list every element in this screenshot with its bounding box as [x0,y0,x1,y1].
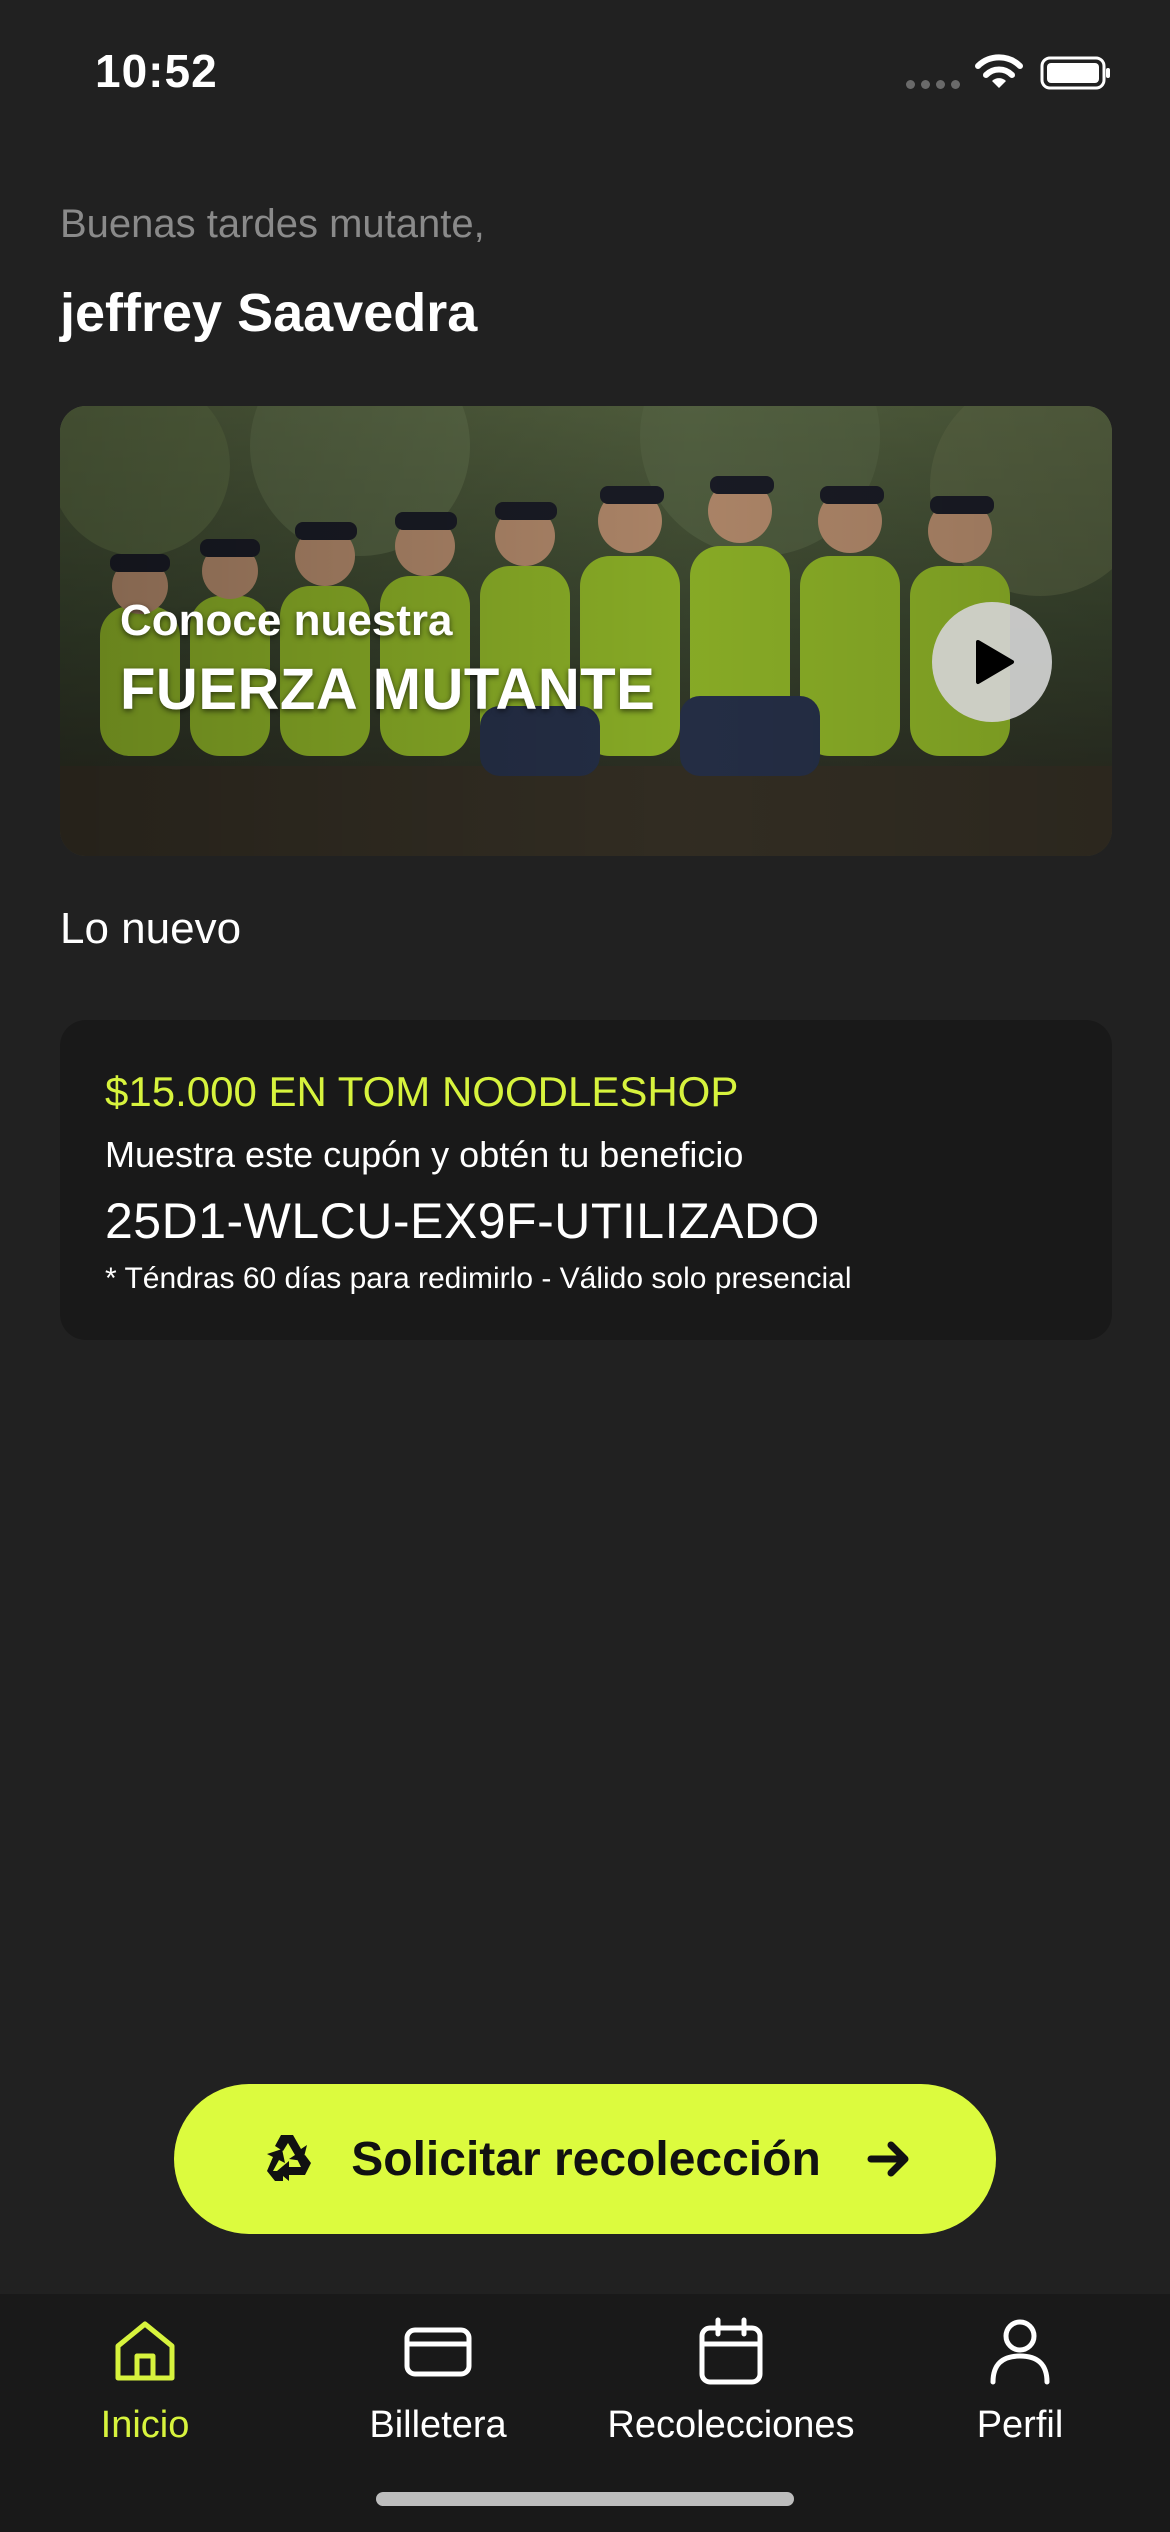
recycle-icon [267,2135,312,2181]
user-icon [990,2319,1050,2385]
play-button[interactable] [932,602,1052,722]
nav-label-billetera: Billetera [369,2404,507,2446]
wifi-icon [975,54,1023,88]
section-heading: Lo nuevo [60,904,242,953]
play-icon [976,640,1014,684]
request-pickup-label: Solicitar recolección [351,2132,821,2186]
greeting-text: Buenas tardes mutante, [60,202,485,246]
user-name: jeffrey Saavedra [60,283,478,343]
app-screen: 10:52 Buenas tardes mutante, jeffrey Saa… [0,0,1170,2532]
nav-item-perfil[interactable]: Perfil [940,2294,1100,2474]
calendar-icon [699,2317,763,2385]
nav-label-perfil: Perfil [976,2404,1064,2446]
nav-item-inicio[interactable]: Inicio [50,2294,240,2474]
coupon-card[interactable]: $15.000 EN TOM NOODLESHOP Muestra este c… [60,1020,1112,1340]
status-bar: 10:52 [0,0,1170,150]
banner-subtitle: Conoce nuestra [120,596,453,645]
nav-item-billetera[interactable]: Billetera [338,2294,538,2474]
banner-title: FUERZA MUTANTE [120,657,656,722]
coupon-description: Muestra este cupón y obtén tu beneficio [105,1134,744,1175]
coupon-note: * Téndras 60 días para redimirlo - Válid… [105,1262,852,1295]
home-icon [115,2321,175,2381]
nav-item-recolecciones[interactable]: Recolecciones [600,2294,862,2474]
battery-icon [1040,56,1110,90]
request-pickup-button[interactable]: Solicitar recolección [174,2084,996,2234]
status-time: 10:52 [95,45,218,97]
coupon-code: 25D1-WLCU-EX9F-UTILIZADO [105,1193,820,1249]
arrow-right-icon [867,2141,909,2177]
home-indicator[interactable] [376,2492,794,2506]
nav-label-inicio: Inicio [100,2404,190,2446]
coupon-title: $15.000 EN TOM NOODLESHOP [105,1068,739,1115]
cellular-signal-icon [906,80,960,94]
nav-label-recolecciones: Recolecciones [607,2404,855,2446]
card-icon [404,2327,472,2377]
video-banner[interactable]: Conoce nuestra FUERZA MUTANTE [60,406,1112,856]
